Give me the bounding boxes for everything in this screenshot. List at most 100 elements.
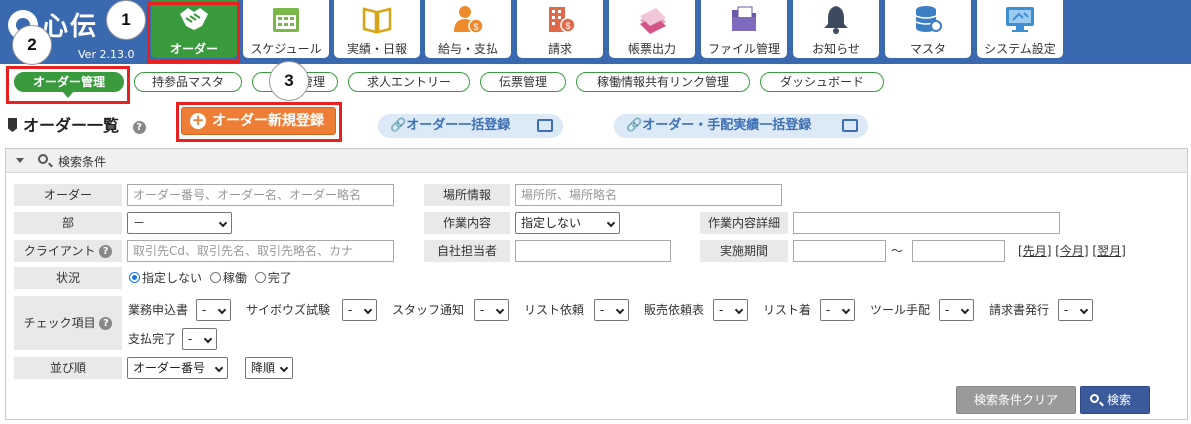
nav-item-forms[interactable]: 帳票出力 [609, 0, 695, 58]
period-label: 実施期間 [700, 240, 788, 262]
search-panel-title: 検索条件 [58, 155, 107, 169]
order-search-input[interactable]: オーダー番号、オーダー名、オーダー略名 [127, 184, 394, 206]
search-panel-header[interactable]: 検索条件 [6, 149, 1187, 173]
page-title: オーダー一覧 ? [8, 112, 146, 136]
folder-icon [732, 6, 756, 31]
check-label: スタッフ通知 [392, 303, 465, 317]
check-label: リスト着 [763, 303, 812, 317]
person-money-icon: $ [454, 6, 484, 34]
nav-label: スケジュール [250, 42, 322, 56]
bulk-order-register-link[interactable]: 🔗オーダー一括登録 [378, 114, 563, 138]
papers-icon [640, 8, 666, 34]
nav-label: 帳票出力 [627, 42, 676, 56]
nav-label: オーダー [169, 42, 218, 56]
check-select-application[interactable]: - [196, 299, 231, 321]
check-label: 業務申込書 [128, 303, 189, 317]
nav-item-system-settings[interactable]: システム設定 [977, 0, 1063, 58]
step-marker-2: 2 [12, 25, 52, 65]
check-select-cybozu[interactable]: - [342, 299, 377, 321]
collapse-caret-icon[interactable] [16, 158, 24, 163]
nav-item-schedule[interactable]: スケジュール [243, 0, 329, 58]
nav-label: システム設定 [984, 42, 1056, 56]
subtab-job-entry[interactable]: 求人エントリー [348, 72, 470, 92]
check-select-tool-arrange[interactable]: - [939, 299, 974, 321]
check-select-list-arrived[interactable]: - [820, 299, 855, 321]
order-label: オーダー [14, 184, 122, 206]
status-label: 状況 [14, 267, 122, 289]
check-select-invoice[interactable]: - [1058, 299, 1093, 321]
status-radio-active[interactable]: 稼働 [209, 271, 247, 285]
this-month-link[interactable]: 今月 [1060, 244, 1084, 258]
svg-text:$: $ [473, 22, 478, 32]
subtab-share-link-management[interactable]: 稼働情報共有リンク管理 [576, 72, 750, 92]
work-detail-input[interactable] [793, 212, 1060, 234]
check-label: ツール手配 [870, 303, 931, 317]
check-label: 販売依頼表 [644, 303, 705, 317]
work-select[interactable]: 指定しない [515, 212, 620, 234]
next-month-link[interactable]: 翌月 [1097, 244, 1121, 258]
search-button-label: 検索 [1107, 393, 1132, 407]
nav-item-billing[interactable]: $ 請求 [517, 0, 603, 58]
staff-input[interactable] [515, 240, 671, 262]
bulk-order-label: オーダー一括登録 [406, 118, 511, 133]
active-tab-pointer [62, 91, 74, 98]
handshake-icon [180, 8, 208, 30]
calendar-icon [273, 8, 299, 32]
work-label: 作業内容 [424, 212, 510, 234]
search-button[interactable]: 検索 [1080, 386, 1150, 414]
staff-label: 自社担当者 [424, 240, 510, 262]
place-search-input[interactable]: 場所所、場所略名 [515, 184, 782, 206]
radio-icon [209, 272, 221, 283]
nav-item-results[interactable]: 実績・日報 [334, 0, 420, 58]
dept-select[interactable]: － [127, 212, 232, 234]
place-label: 場所情報 [424, 184, 510, 206]
help-icon[interactable]: ? [99, 317, 113, 330]
new-order-button[interactable]: + オーダー新規登録 [181, 107, 336, 135]
status-radio-group: 指定しない 稼働 完了 [129, 267, 292, 289]
check-items-label: チェック項目 ? [14, 296, 122, 350]
nav-label: マスタ [909, 42, 946, 56]
nav-label: お知らせ [812, 42, 860, 56]
search-icon [38, 154, 48, 164]
step-marker-3: 3 [269, 61, 309, 101]
sort-direction-select[interactable]: 降順 [245, 357, 293, 379]
clear-conditions-button[interactable]: 検索条件クリア [956, 386, 1076, 414]
nav-item-master[interactable]: マスタ [885, 0, 971, 58]
status-radio-done[interactable]: 完了 [254, 271, 292, 285]
client-search-input[interactable]: 取引先Cd、取引先名、取引先略名、カナ [127, 240, 394, 262]
status-radio-none[interactable]: 指定しない [129, 271, 202, 285]
chevron-down-icon [606, 218, 616, 228]
bell-icon [824, 6, 848, 34]
step-marker-1: 1 [106, 0, 146, 40]
nav-item-order[interactable]: オーダー [151, 0, 237, 58]
database-gear-icon [915, 6, 942, 32]
check-select-payment-done[interactable]: - [182, 328, 217, 350]
help-icon[interactable]: ? [132, 121, 146, 134]
app-version: Ver 2.13.0 [78, 48, 135, 61]
bulk-order-results-register-link[interactable]: 🔗オーダー・手配実績一括登録 [614, 114, 868, 138]
nav-label: 給与・支払 [437, 42, 498, 56]
check-select-list-request[interactable]: - [594, 299, 629, 321]
nav-item-files[interactable]: ファイル管理 [701, 0, 787, 58]
check-select-staff-notice[interactable]: - [474, 299, 509, 321]
radio-selected-icon [129, 272, 140, 283]
nav-item-payroll[interactable]: $ 給与・支払 [425, 0, 511, 58]
period-separator: ～ [891, 244, 904, 258]
month-links: [先月] [今月] [翌月] [1018, 244, 1126, 258]
sort-field-select[interactable]: オーダー番号 [127, 357, 228, 379]
work-detail-label: 作業内容詳細 [700, 212, 788, 234]
help-icon[interactable]: ? [99, 245, 113, 258]
check-select-sales-request[interactable]: - [713, 299, 748, 321]
subtab-order-management[interactable]: オーダー管理 [14, 72, 124, 92]
plus-circle-icon: + [190, 111, 206, 129]
period-end-input[interactable] [912, 240, 1005, 262]
period-start-input[interactable] [793, 240, 886, 262]
nav-item-notice[interactable]: お知らせ [793, 0, 879, 58]
sort-label: 並び順 [14, 357, 122, 379]
prev-month-link[interactable]: 先月 [1023, 244, 1047, 258]
subtab-items-master[interactable]: 持参品マスタ [134, 72, 242, 92]
book-icon [362, 7, 392, 34]
subtab-dashboard[interactable]: ダッシュボード [760, 72, 884, 92]
nav-label: 請求 [547, 42, 572, 56]
subtab-slip-management[interactable]: 伝票管理 [480, 72, 566, 92]
